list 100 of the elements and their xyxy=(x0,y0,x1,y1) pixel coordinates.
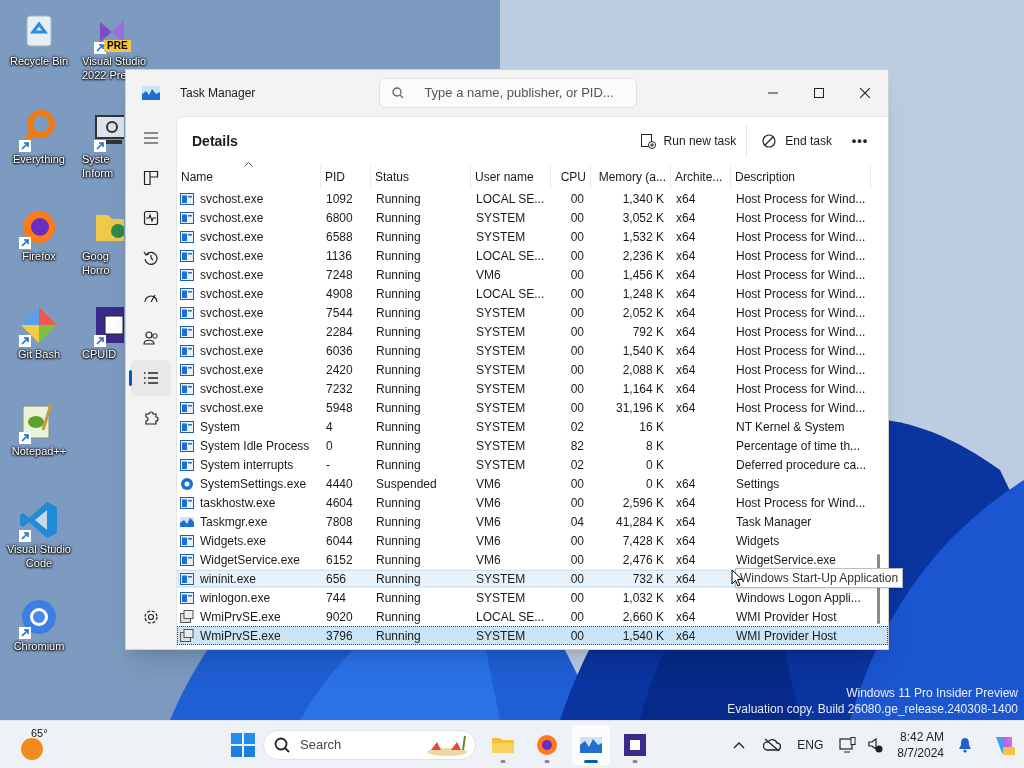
table-cell-text: 7544 xyxy=(326,304,353,322)
table-cell-text: 1,540 K xyxy=(622,342,664,360)
app-window-icon xyxy=(180,571,194,586)
column-header[interactable]: User name xyxy=(471,165,551,189)
column-header[interactable]: CPU xyxy=(551,165,591,189)
clock-date[interactable]: 8/7/2024 xyxy=(897,744,944,761)
table-cell-text: svchost.exe xyxy=(200,304,264,322)
table-cell-text: 1,248 K xyxy=(622,285,664,303)
column-header[interactable]: Description xyxy=(731,165,871,189)
table-row[interactable]: svchost.exe 1136 Running LOCAL SE... 00 2,236 K x64 Host Process for Wind... xyxy=(177,246,888,265)
table-cell-text: VM6 xyxy=(476,266,501,284)
table-cell-text: LOCAL SE... xyxy=(476,247,545,265)
table-row[interactable]: taskhostw.exe 4604 Running VM6 00 2,596 K x64 Host Process for Wind... xyxy=(177,493,888,512)
taskbar-app-button[interactable] xyxy=(572,724,610,765)
table-row[interactable]: WmiPrvSE.exe 9020 Running LOCAL SE... 00 2,660 K x64 WMI Provider Host xyxy=(177,607,888,626)
app-window-icon xyxy=(180,210,194,225)
table-cell-text: Running xyxy=(376,342,421,360)
table-cell-text: Running xyxy=(376,361,421,379)
table-cell-text: 7808 xyxy=(326,513,353,531)
app-window-icon xyxy=(180,438,194,453)
column-header[interactable]: PID xyxy=(321,165,371,189)
app-window-icon xyxy=(180,248,194,263)
table-cell-text: 00 xyxy=(570,190,584,208)
table-row[interactable]: svchost.exe 6036 Running SYSTEM 00 1,540 K x64 Host Process for Wind... xyxy=(177,341,888,360)
search-field[interactable]: Type a name, publisher, or PID... xyxy=(379,78,638,108)
new-task-icon xyxy=(639,133,656,149)
chevron-up-icon xyxy=(733,740,746,749)
table-row[interactable]: WidgetService.exe 6152 Running VM6 00 2,476 K x64 WidgetService.exe xyxy=(177,550,888,569)
end-task-button[interactable]: End task xyxy=(751,125,842,157)
taskbar-search-field[interactable]: Search xyxy=(263,729,476,760)
language-indicator[interactable]: ENG xyxy=(797,735,824,754)
table-cell-text: 6588 xyxy=(326,228,353,246)
table-row[interactable]: svchost.exe 7232 Running SYSTEM 00 1,164 K x64 Host Process for Wind... xyxy=(177,379,888,398)
table-cell-text: 5948 xyxy=(326,399,353,417)
nav-button[interactable] xyxy=(131,360,171,396)
table-cell-text: SYSTEM xyxy=(476,570,526,588)
table-cell-text: Running xyxy=(376,589,421,607)
table-cell-text: Widgets.exe xyxy=(200,532,267,550)
table-cell-text: 2420 xyxy=(326,361,353,379)
table-row[interactable]: svchost.exe 7248 Running VM6 00 1,456 K x64 Host Process for Wind... xyxy=(177,265,888,284)
table-cell-text: winlogon.exe xyxy=(200,589,271,607)
app-window-icon xyxy=(180,552,194,567)
table-row[interactable]: svchost.exe 5948 Running SYSTEM 00 31,196 K x64 Host Process for Wind... xyxy=(177,398,888,417)
table-row[interactable]: winlogon.exe 744 Running SYSTEM 00 1,032 K x64 Windows Logon Appli... xyxy=(177,588,888,607)
table-cell-text: x64 xyxy=(676,342,696,360)
table-row[interactable]: Taskmgr.exe 7808 Running VM6 04 41,284 K x64 Task Manager xyxy=(177,512,888,531)
running-indicator xyxy=(500,759,506,763)
table-cell-text: x64 xyxy=(676,570,696,588)
table-cell-text: SYSTEM xyxy=(476,342,526,360)
table-cell-text: WidgetService.exe xyxy=(736,551,837,569)
table-row[interactable]: System 4 Running SYSTEM 02 16 K NT Kernel & System xyxy=(177,417,888,436)
table-row[interactable]: svchost.exe 7544 Running SYSTEM 00 2,052 K x64 Host Process for Wind... xyxy=(177,303,888,322)
column-header[interactable]: Name xyxy=(177,165,321,189)
table-row[interactable]: svchost.exe 6800 Running SYSTEM 00 3,052 K x64 Host Process for Wind... xyxy=(177,208,888,227)
run-new-task-button[interactable]: Run new task xyxy=(629,125,748,157)
table-cell-text: SYSTEM xyxy=(476,361,526,379)
clock-time[interactable]: 8:42 AM xyxy=(899,728,944,745)
table-cell-text: Running xyxy=(376,228,421,246)
more-button[interactable]: ••• xyxy=(842,125,878,157)
table-cell-text: 1,532 K xyxy=(622,228,664,246)
table-cell-text: 6800 xyxy=(326,209,353,227)
table-row[interactable]: svchost.exe 2284 Running SYSTEM 00 792 K x64 Host Process for Wind... xyxy=(177,322,888,341)
column-header[interactable]: Status xyxy=(371,165,471,189)
table-row[interactable]: Widgets.exe 6044 Running VM6 00 7,428 K x64 Widgets xyxy=(177,531,888,550)
table-cell-text: 00 xyxy=(570,589,584,607)
table-cell-text: Running xyxy=(376,266,421,284)
table-cell-text: Host Process for Wind... xyxy=(736,247,866,265)
gear-icon xyxy=(180,476,194,491)
table-cell-text: 00 xyxy=(570,342,584,360)
table-cell-text: 6152 xyxy=(326,551,353,569)
table-cell-text: SYSTEM xyxy=(476,437,526,455)
app-window-icon xyxy=(180,229,194,244)
table-row[interactable]: System interrupts - Running SYSTEM 02 0 K Deferred procedure ca... xyxy=(177,455,888,474)
table-cell-text: 2,660 K xyxy=(622,608,664,626)
table-cell-text: Settings xyxy=(736,475,780,493)
app-window-icon xyxy=(180,590,194,605)
table-cell-text: x64 xyxy=(676,228,696,246)
column-header[interactable]: Archite... xyxy=(671,165,731,189)
table-row[interactable]: System Idle Process 0 Running SYSTEM 82 8 K Percentage of time th... xyxy=(177,436,888,455)
table-cell-text: 00 xyxy=(570,475,584,493)
app-window-icon xyxy=(180,343,194,358)
table-cell-text: 00 xyxy=(570,304,584,322)
table-row[interactable]: SystemSettings.exe 4440 Suspended VM6 00 0 K x64 Settings xyxy=(177,474,888,493)
table-cell-text: 7232 xyxy=(326,380,353,398)
table-cell-text: 04 xyxy=(570,513,584,531)
table-cell-text: 7,428 K xyxy=(622,532,664,550)
table-row[interactable]: svchost.exe 4908 Running LOCAL SE... 00 1,248 K x64 Host Process for Wind... xyxy=(177,284,888,303)
table-row[interactable]: svchost.exe 2420 Running SYSTEM 00 2,088 K x64 Host Process for Wind... xyxy=(177,360,888,379)
table-row[interactable]: WmiPrvSE.exe 3796 Running SYSTEM 00 1,540 K x64 WMI Provider Host xyxy=(177,626,888,645)
table-row[interactable]: svchost.exe 6588 Running SYSTEM 00 1,532 K x64 Host Process for Wind... xyxy=(177,227,888,246)
table-cell-text: 1136 xyxy=(326,247,352,265)
table-cell-text: 0 K xyxy=(646,456,664,474)
table-cell-text: 9020 xyxy=(326,608,353,626)
table-cell-text: svchost.exe xyxy=(200,361,264,379)
table-cell-text: VM6 xyxy=(476,532,501,550)
table-row[interactable]: svchost.exe 1092 Running LOCAL SE... 00 1,340 K x64 Host Process for Wind... xyxy=(177,189,888,208)
table-cell-text: 82 xyxy=(570,437,584,455)
table-cell-text: 2,088 K xyxy=(622,361,664,379)
column-header[interactable]: Memory (a... xyxy=(591,165,671,189)
table-cell-text: 00 xyxy=(570,209,584,227)
